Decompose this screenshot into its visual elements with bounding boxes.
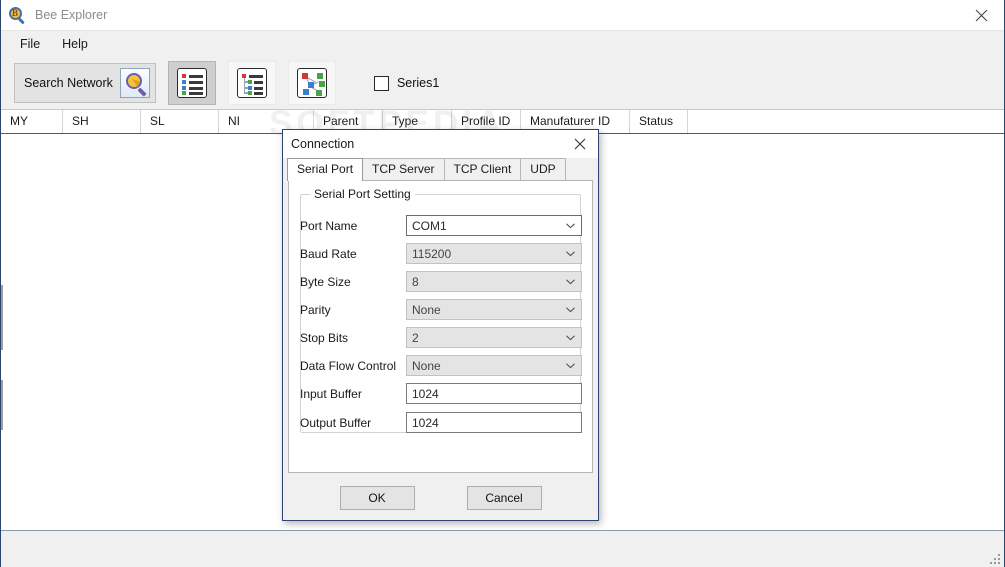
tab-udp[interactable]: UDP — [520, 158, 566, 180]
application-window: B Bee Explorer File Help Search Network — [0, 0, 1005, 567]
series1-label: Series1 — [396, 76, 440, 90]
combobox-stop-bits-value: 2 — [412, 330, 419, 345]
combobox-parity-value: None — [412, 302, 441, 317]
window-edge-segment — [1, 285, 3, 350]
list-view-button[interactable] — [167, 61, 216, 105]
grid-column-sl[interactable]: SL — [141, 110, 219, 133]
status-bar — [1, 530, 1004, 567]
label-parity: Parity — [300, 302, 331, 317]
tree-view-button[interactable] — [227, 61, 276, 105]
series1-checkbox[interactable] — [373, 75, 389, 91]
grid-column-status[interactable]: Status — [630, 110, 688, 133]
input-buffer-value: 1024 — [412, 386, 439, 401]
menu-item-file[interactable]: File — [9, 33, 51, 55]
chevron-down-icon — [566, 251, 575, 259]
list-view-icon — [176, 68, 207, 98]
chevron-down-icon — [566, 363, 575, 371]
series1-checkbox-row[interactable]: Series1 — [373, 75, 440, 91]
form-row-parity: Parity None — [300, 299, 582, 320]
tree-view-icon — [236, 68, 267, 98]
label-port-name: Port Name — [300, 218, 358, 233]
dialog-title: Connection — [291, 137, 355, 151]
combobox-stop-bits[interactable]: 2 — [406, 327, 582, 348]
output-buffer-field[interactable]: 1024 — [406, 412, 582, 433]
label-data-flow-control: Data Flow Control — [300, 358, 397, 373]
tab-tcp-client[interactable]: TCP Client — [443, 158, 522, 180]
window-close-button[interactable] — [958, 0, 1004, 30]
grid-column-my[interactable]: MY — [1, 110, 63, 133]
combobox-port-name-value: COM1 — [412, 218, 447, 233]
window-edge-segment — [1, 380, 3, 430]
chevron-down-icon — [566, 335, 575, 343]
tab-serial-port[interactable]: Serial Port — [287, 158, 364, 181]
bee-magnifier-icon: B — [9, 6, 26, 24]
menu-bar: File Help — [1, 31, 1004, 57]
label-output-buffer: Output Buffer — [300, 415, 372, 430]
network-graph-icon — [296, 68, 327, 98]
serial-port-tab-page: Serial Port Setting Port Name COM1 Baud … — [288, 180, 593, 473]
input-buffer-field[interactable]: 1024 — [406, 383, 582, 404]
tab-tcp-server[interactable]: TCP Server — [362, 158, 445, 180]
label-stop-bits: Stop Bits — [300, 330, 349, 345]
ok-button[interactable]: OK — [339, 485, 415, 510]
search-network-label: Search Network — [24, 76, 113, 90]
combobox-data-flow-control-value: None — [412, 358, 441, 373]
label-byte-size: Byte Size — [300, 274, 351, 289]
chevron-down-icon — [566, 223, 575, 231]
search-network-button[interactable]: Search Network — [14, 63, 156, 103]
combobox-port-name[interactable]: COM1 — [406, 215, 582, 236]
form-row-baud-rate: Baud Rate 115200 — [300, 243, 582, 264]
menu-item-help[interactable]: Help — [51, 33, 99, 55]
chevron-down-icon — [566, 279, 575, 287]
form-row-input-buffer: Input Buffer 1024 — [300, 383, 582, 404]
form-row-port-name: Port Name COM1 — [300, 215, 582, 236]
form-row-data-flow-control: Data Flow Control None — [300, 355, 582, 376]
combobox-data-flow-control[interactable]: None — [406, 355, 582, 376]
label-input-buffer: Input Buffer — [300, 386, 362, 401]
connection-dialog: Connection Serial Port TCP Server TCP Cl… — [282, 129, 599, 521]
dialog-title-bar: Connection — [283, 130, 598, 158]
combobox-baud-rate[interactable]: 115200 — [406, 243, 582, 264]
combobox-byte-size[interactable]: 8 — [406, 271, 582, 292]
label-baud-rate: Baud Rate — [300, 246, 357, 261]
window-title: Bee Explorer — [35, 8, 108, 22]
resize-grip-icon[interactable] — [988, 552, 1000, 564]
combobox-parity[interactable]: None — [406, 299, 582, 320]
form-row-stop-bits: Stop Bits 2 — [300, 327, 582, 348]
form-row-output-buffer: Output Buffer 1024 — [300, 412, 582, 433]
form-row-byte-size: Byte Size 8 — [300, 271, 582, 292]
magnifier-icon — [119, 68, 150, 98]
grid-column-sh[interactable]: SH — [63, 110, 141, 133]
chevron-down-icon — [566, 307, 575, 315]
dialog-tab-strip: Serial Port TCP Server TCP Client UDP — [283, 158, 598, 181]
cancel-button[interactable]: Cancel — [466, 485, 542, 510]
combobox-baud-rate-value: 115200 — [412, 246, 452, 261]
window-title-bar: B Bee Explorer — [1, 0, 1004, 31]
serial-port-setting-legend: Serial Port Setting — [310, 187, 415, 201]
toolbar: Search Network Series1 — [1, 57, 1004, 110]
dialog-close-button[interactable] — [562, 130, 598, 157]
dialog-footer: OK Cancel — [283, 473, 598, 520]
output-buffer-value: 1024 — [412, 415, 439, 430]
network-view-button[interactable] — [287, 61, 336, 105]
combobox-byte-size-value: 8 — [412, 274, 419, 289]
